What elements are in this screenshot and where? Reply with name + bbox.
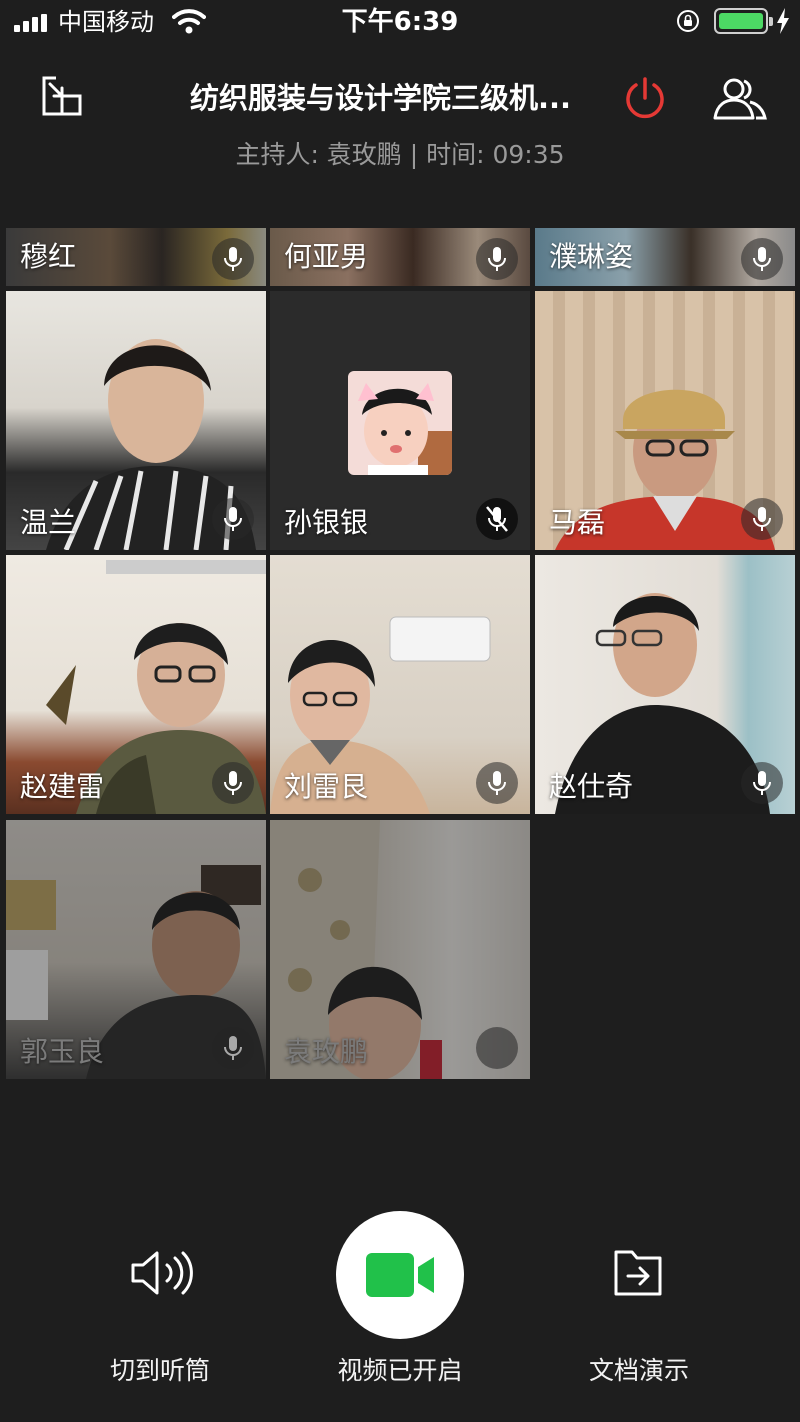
participant-name: 何亚男 xyxy=(284,240,369,273)
mic-icon xyxy=(741,762,783,804)
participant-tile[interactable]: 温兰 xyxy=(6,291,266,550)
participant-tile[interactable]: 郭玉良 xyxy=(6,820,266,1079)
battery-fill xyxy=(719,13,763,29)
mic-icon xyxy=(741,238,783,280)
video-feed xyxy=(6,865,266,1079)
speaker-icon[interactable] xyxy=(125,1245,195,1301)
power-icon[interactable] xyxy=(622,76,668,122)
mic-muted-icon xyxy=(476,498,518,540)
mic-icon xyxy=(476,762,518,804)
video-toggle-button[interactable] xyxy=(336,1211,464,1339)
participant-name: 郭玉良 xyxy=(20,1035,105,1068)
battery-cap xyxy=(769,17,773,26)
participant-tile[interactable]: 赵建雷 xyxy=(6,555,266,814)
mic-icon xyxy=(476,1027,518,1069)
participant-tile[interactable]: 穆红 xyxy=(6,228,266,286)
meeting-header: 纺织服装与设计学院三级机... 主持人: 袁玫鹏 | 时间: 09:35 xyxy=(0,60,800,190)
video-toggle-label[interactable]: 视频已开启 xyxy=(320,1354,480,1388)
participant-name: 赵仕奇 xyxy=(549,770,634,803)
participant-name: 孙银银 xyxy=(284,506,369,539)
mic-icon xyxy=(212,498,254,540)
charging-bolt-icon xyxy=(777,8,789,34)
rotation-lock-icon xyxy=(677,10,699,32)
mic-icon xyxy=(741,498,783,540)
speaker-toggle-label[interactable]: 切到听筒 xyxy=(80,1354,240,1388)
minimize-window-icon[interactable] xyxy=(40,74,84,118)
participant-tile[interactable]: 刘雷艮 xyxy=(270,555,530,814)
document-share-icon[interactable] xyxy=(612,1246,666,1298)
participant-name: 马磊 xyxy=(549,506,606,539)
mic-icon xyxy=(212,238,254,280)
mic-icon xyxy=(212,762,254,804)
participant-name: 袁玫鹏 xyxy=(284,1035,369,1068)
document-share-label[interactable]: 文档演示 xyxy=(559,1354,719,1388)
participant-tile[interactable]: 孙银银 xyxy=(270,291,530,550)
status-bar: 中国移动 下午6:39 xyxy=(0,0,800,44)
battery-indicator xyxy=(714,8,773,34)
participant-tile[interactable]: 袁玫鹏 xyxy=(270,820,530,1079)
participant-tile[interactable]: 马磊 xyxy=(535,291,795,550)
participant-name: 濮琳姿 xyxy=(549,240,634,273)
video-feed xyxy=(270,820,442,1079)
avatar xyxy=(348,371,452,475)
mic-icon xyxy=(212,1027,254,1069)
participant-name: 刘雷艮 xyxy=(284,770,369,803)
participant-name: 穆红 xyxy=(20,240,77,273)
participant-tile[interactable]: 赵仕奇 xyxy=(535,555,795,814)
members-icon[interactable] xyxy=(712,76,768,122)
participant-name: 赵建雷 xyxy=(20,770,105,803)
video-camera-icon xyxy=(366,1253,434,1297)
mic-icon xyxy=(476,238,518,280)
participant-tile[interactable]: 濮琳姿 xyxy=(535,228,795,286)
participant-tile[interactable]: 何亚男 xyxy=(270,228,530,286)
meeting-subtitle: 主持人: 袁玫鹏 | 时间: 09:35 xyxy=(235,140,565,169)
participant-name: 温兰 xyxy=(20,506,77,539)
meeting-title: 纺织服装与设计学院三级机... xyxy=(190,81,572,115)
